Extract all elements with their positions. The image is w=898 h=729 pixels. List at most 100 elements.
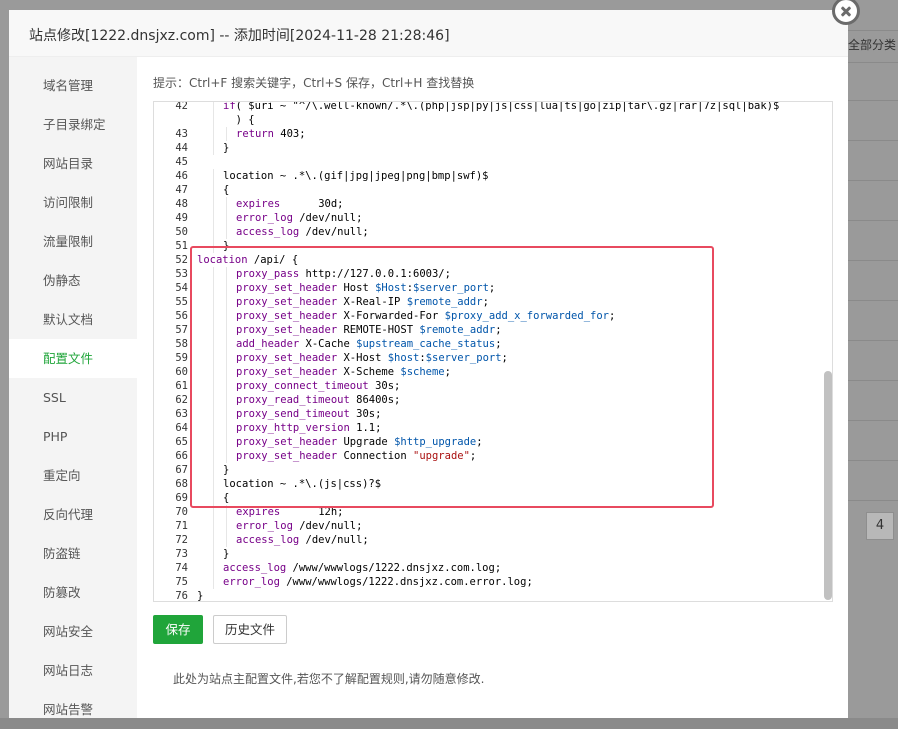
- sidebar-item[interactable]: 网站日志: [9, 651, 137, 690]
- code-token: }: [223, 142, 230, 154]
- line-number: 60: [175, 366, 188, 378]
- site-edit-modal: 站点修改[1222.dnsjxz.com] -- 添加时间[2024-11-28…: [9, 10, 848, 718]
- line-number: 56: [175, 310, 188, 322]
- code-token: /dev/null;: [299, 534, 369, 546]
- line-number: 66: [175, 450, 188, 462]
- sidebar-item[interactable]: 配置文件: [9, 339, 137, 378]
- line-number: 62: [175, 394, 188, 406]
- code-token: error_log: [236, 520, 293, 532]
- line-number: 53: [175, 268, 188, 280]
- line-number: 55: [175, 296, 188, 308]
- code-text: }: [223, 547, 229, 561]
- code-token: ) {: [223, 114, 255, 126]
- line-number: 71: [175, 520, 188, 532]
- indent-guide: [213, 533, 214, 547]
- line-number: 70: [175, 506, 188, 518]
- line-number: 44: [175, 142, 188, 154]
- line-number: 63: [175, 408, 188, 420]
- sidebar-item[interactable]: 反向代理: [9, 495, 137, 534]
- indent-guide: [226, 225, 227, 239]
- indent-guide: [213, 183, 214, 197]
- code-text: if( $uri ~ "^/\.well-known/.*\.(php|jsp|…: [223, 101, 780, 113]
- indent-guide: [226, 533, 227, 547]
- line-number: 74: [175, 562, 188, 574]
- code-text: error_log /dev/null;: [236, 519, 362, 533]
- indent-guide: [226, 197, 227, 211]
- line-number: 50: [175, 226, 188, 238]
- sidebar-item[interactable]: 子目录绑定: [9, 105, 137, 144]
- editor-scrollbar[interactable]: [824, 371, 832, 600]
- sidebar-item[interactable]: PHP: [9, 417, 137, 456]
- line-number: 46: [175, 170, 188, 182]
- indent-guide: [213, 169, 214, 183]
- code-text: {: [223, 183, 229, 197]
- sidebar-item[interactable]: 流量限制: [9, 222, 137, 261]
- line-number: 65: [175, 436, 188, 448]
- settings-sidebar: 域名管理 子目录绑定 网站目录 访问限制 流量限制 伪静态 默认文档 配置文件 SSL PHP 重定…: [9, 57, 137, 718]
- indent-guide: [213, 547, 214, 561]
- sidebar-item[interactable]: 域名管理: [9, 66, 137, 105]
- indent-guide: [213, 102, 214, 113]
- modal-header: 站点修改[1222.dnsjxz.com] -- 添加时间[2024-11-28…: [9, 10, 848, 57]
- sidebar-item[interactable]: 访问限制: [9, 183, 137, 222]
- code-text: access_log /dev/null;: [236, 533, 369, 547]
- sidebar-item[interactable]: 防盗链: [9, 534, 137, 573]
- code-text: error_log /dev/null;: [236, 211, 362, 225]
- line-number: 76: [175, 590, 188, 602]
- code-token: {: [223, 184, 230, 196]
- pagination-page-4[interactable]: 4: [866, 512, 894, 540]
- code-token: /dev/null;: [292, 212, 363, 224]
- bg-divider: [848, 340, 898, 341]
- indent-guide: [226, 519, 227, 533]
- code-token: error_log: [223, 576, 280, 588]
- sidebar-item[interactable]: 网站告警: [9, 690, 137, 729]
- line-number: 48: [175, 198, 188, 210]
- code-text: return 403;: [236, 127, 306, 141]
- code-text: expires 30d;: [236, 197, 343, 211]
- code-token: /dev/null;: [299, 226, 369, 238]
- code-text: error_log /www/wwwlogs/1222.dnsjxz.com.e…: [223, 575, 533, 589]
- code-text: ) {: [223, 113, 255, 127]
- code-token: error_log: [236, 212, 293, 224]
- sidebar-item[interactable]: 网站目录: [9, 144, 137, 183]
- sidebar-item[interactable]: 重定向: [9, 456, 137, 495]
- code-token: }: [197, 590, 204, 602]
- sidebar-item[interactable]: 默认文档: [9, 300, 137, 339]
- config-warning-note: 此处为站点主配置文件,若您不了解配置规则,请勿随意修改.: [173, 672, 485, 686]
- modal-title: 站点修改[1222.dnsjxz.com] -- 添加时间[2024-11-28…: [29, 28, 450, 44]
- line-number: 68: [175, 478, 188, 490]
- indent-guide: [213, 141, 214, 155]
- indent-guide: [213, 225, 214, 239]
- history-files-button[interactable]: 历史文件: [213, 615, 287, 644]
- bg-divider: [848, 460, 898, 461]
- sidebar-item[interactable]: 防篡改: [9, 573, 137, 612]
- line-number: 75: [175, 576, 188, 588]
- code-token: access_log: [236, 534, 300, 546]
- code-token: access_log: [236, 226, 300, 238]
- line-number: 61: [175, 380, 188, 392]
- bg-divider: [848, 260, 898, 261]
- bg-divider: [848, 220, 898, 221]
- line-number: 45: [175, 156, 188, 168]
- line-number: 51: [175, 240, 188, 252]
- save-button[interactable]: 保存: [153, 615, 203, 644]
- bg-divider: [848, 180, 898, 181]
- code-token: expires: [236, 198, 281, 210]
- code-token: ( $uri ~ "^/\.well-known/.*\.(php|jsp|py…: [235, 101, 780, 112]
- shortcut-tip: 提示：Ctrl+F 搜索关键字，Ctrl+S 保存，Ctrl+H 查找替换: [153, 76, 475, 90]
- sidebar-item[interactable]: 网站安全: [9, 612, 137, 651]
- bg-divider: [848, 420, 898, 421]
- sidebar-item[interactable]: SSL: [9, 378, 137, 417]
- bg-divider: [848, 30, 898, 31]
- highlight-box: [190, 246, 714, 508]
- indent-guide: [213, 561, 214, 575]
- code-text: }: [197, 589, 204, 602]
- indent-guide: [226, 127, 227, 141]
- line-number: 49: [175, 212, 188, 224]
- bg-divider: [848, 500, 898, 501]
- code-token: /dev/null;: [292, 520, 363, 532]
- sidebar-item[interactable]: 伪静态: [9, 261, 137, 300]
- indent-guide: [213, 127, 214, 141]
- indent-guide: [226, 211, 227, 225]
- line-number: 54: [175, 282, 188, 294]
